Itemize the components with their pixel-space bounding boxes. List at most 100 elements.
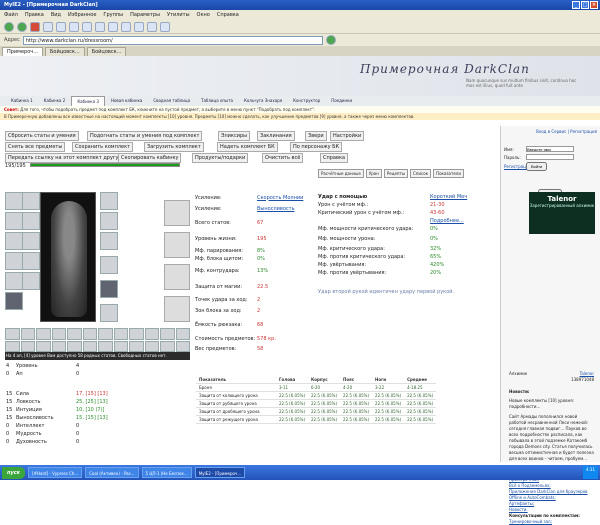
tab-duels[interactable]: Поединки [326, 96, 357, 106]
browser-tab[interactable]: Примероч... [2, 47, 43, 56]
details-link[interactable]: Подробнее... [430, 218, 464, 224]
elixirs-button[interactable]: Эликсиры [218, 131, 251, 141]
browser-tab[interactable]: Бойцовск... [86, 47, 127, 56]
necklace-slot[interactable] [22, 212, 40, 230]
armor-slot[interactable] [5, 252, 23, 270]
products-button[interactable]: Продукты/подарки [192, 153, 249, 163]
boost-link[interactable]: Выносливость [257, 206, 295, 212]
char-stat-row[interactable]: 15 Выносливость 15, [15] [13] [6, 414, 191, 422]
shirt-slot[interactable] [100, 256, 118, 274]
taskbar-item[interactable]: MyIE2 - [Примероч... [194, 467, 246, 478]
useful-link[interactable]: Приложения DarkClan для браузеров Offlin… [509, 489, 594, 501]
inventory-slot[interactable] [20, 340, 35, 352]
taskbar-item[interactable]: [#Hard] - Vypress Ch... [28, 467, 83, 478]
inventory-slot[interactable] [82, 340, 97, 352]
mail-icon[interactable] [108, 21, 118, 32]
earrings-slot[interactable] [22, 192, 40, 210]
tab-summary[interactable]: Сводная таблица [148, 96, 195, 106]
char-stat-row[interactable]: 15 Сила 17, [15] [13] [6, 390, 191, 398]
shield-slot[interactable] [100, 232, 118, 250]
menu-favorites[interactable]: Избранное [68, 12, 96, 18]
tab-constructor[interactable]: Конструктор [288, 96, 325, 106]
login-links[interactable]: Вход в Сервис | Регистрация [504, 129, 597, 134]
item-image[interactable] [164, 232, 190, 258]
remove-all-button[interactable]: Снять все предметы [5, 142, 66, 152]
tab-cabin-2[interactable]: Кабинка 2 [39, 96, 71, 106]
menu-file[interactable]: Файл [4, 12, 18, 18]
boost-link[interactable]: Скорость Молнии [257, 195, 303, 201]
browser-tab[interactable]: Бойцовск... [45, 47, 85, 56]
taskbar-item[interactable]: 5 ЦП-1 (Не Беспок... [141, 467, 192, 478]
pants-slot[interactable] [100, 280, 118, 298]
inventory-slot[interactable] [175, 340, 190, 352]
print-icon[interactable] [121, 21, 131, 32]
inventory-slot[interactable] [5, 340, 20, 352]
reset-stats-button[interactable]: Сбросить статы и умения [5, 131, 79, 141]
char-stat-row[interactable]: 0 Духовность 0 [6, 438, 191, 446]
beasts-button[interactable]: Звери [305, 131, 327, 141]
inventory-slot[interactable] [5, 328, 20, 340]
inventory-slot[interactable] [36, 340, 51, 352]
spells-button[interactable]: Заклинания [257, 131, 295, 141]
copy-cabin-button[interactable]: Скопировать кабинку [118, 153, 182, 163]
menu-tools[interactable]: Утилиты [167, 12, 190, 18]
sword-slot[interactable] [100, 212, 118, 230]
history-icon[interactable] [95, 21, 105, 32]
edit-icon[interactable] [134, 21, 144, 32]
messenger-icon[interactable] [160, 21, 170, 32]
register-link[interactable]: Регистрация [504, 164, 531, 169]
tab-new-cabin[interactable]: Новая кабинка [106, 96, 147, 106]
tab-cabin-3[interactable]: Кабинка 3 [71, 96, 105, 106]
menu-view[interactable]: Вид [51, 12, 61, 18]
menu-help[interactable]: Справка [217, 12, 239, 18]
char-stat-row[interactable]: 0 Интеллект 0 [6, 422, 191, 430]
inventory-slot[interactable] [51, 340, 66, 352]
load-set-button[interactable]: Загрузить комплект [144, 142, 204, 152]
char-stat-row[interactable]: 0 Мудрость 0 [6, 430, 191, 438]
start-button[interactable]: пуск [2, 466, 26, 479]
gloves-slot[interactable] [100, 192, 118, 210]
tab-recipes[interactable]: Рецепты [383, 169, 409, 178]
bracers-slot[interactable] [5, 292, 23, 310]
tab-exp-table[interactable]: Таблица опыта [196, 96, 238, 106]
weapon-link[interactable]: Короткий Меч [430, 194, 467, 200]
maximize-icon[interactable]: □ [581, 1, 589, 9]
tab-calculated[interactable]: Расчётные данные [318, 169, 364, 178]
ring-slot[interactable] [22, 272, 40, 290]
inventory-slot[interactable] [160, 328, 175, 340]
weapon-slot[interactable] [5, 212, 23, 230]
discuss-icon[interactable] [147, 21, 157, 32]
inventory-slot[interactable] [67, 340, 82, 352]
address-input[interactable]: http://www.darkclan.ru/dressroom/ [22, 35, 323, 45]
favorites-icon[interactable] [82, 21, 92, 32]
go-icon[interactable] [325, 35, 336, 45]
inventory-slot[interactable] [82, 328, 97, 340]
tab-indicators[interactable]: Показатели [433, 169, 464, 178]
char-stat-row[interactable]: 15 Интуиция 10, [10 (7)] [6, 406, 191, 414]
news-item[interactable]: Новые комплекты [10] уровня: подробности… [509, 398, 594, 410]
refresh-icon[interactable] [43, 21, 53, 32]
inventory-slot[interactable] [144, 328, 159, 340]
inventory-slot[interactable] [20, 328, 35, 340]
help-button[interactable]: Справка [320, 153, 349, 163]
inventory-slot[interactable] [113, 328, 128, 340]
inventory-slot[interactable] [129, 328, 144, 340]
talenor-banner[interactable]: Talenor Зарегистрированный алхимик [529, 192, 595, 234]
belt-slot[interactable] [5, 272, 23, 290]
ring-slot[interactable] [22, 232, 40, 250]
close-icon[interactable]: × [590, 1, 598, 9]
name-field[interactable] [526, 146, 574, 152]
item-image[interactable] [164, 200, 190, 226]
helmet-slot[interactable] [5, 192, 23, 210]
inventory-slot[interactable] [160, 340, 175, 352]
menu-options[interactable]: Параметры [130, 12, 160, 18]
menu-groups[interactable]: Группы [103, 12, 123, 18]
item-image[interactable] [164, 296, 190, 322]
home-icon[interactable] [56, 21, 66, 32]
fit-stats-button[interactable]: Подогнать статы и умения под комплект [87, 131, 203, 141]
login-button[interactable]: Войти [526, 162, 548, 171]
boots-slot[interactable] [100, 304, 118, 322]
item-image[interactable] [164, 264, 190, 290]
char-stat-row[interactable]: 15 Ловкость 25, [25] [13] [6, 398, 191, 406]
inventory-slot[interactable] [175, 328, 190, 340]
